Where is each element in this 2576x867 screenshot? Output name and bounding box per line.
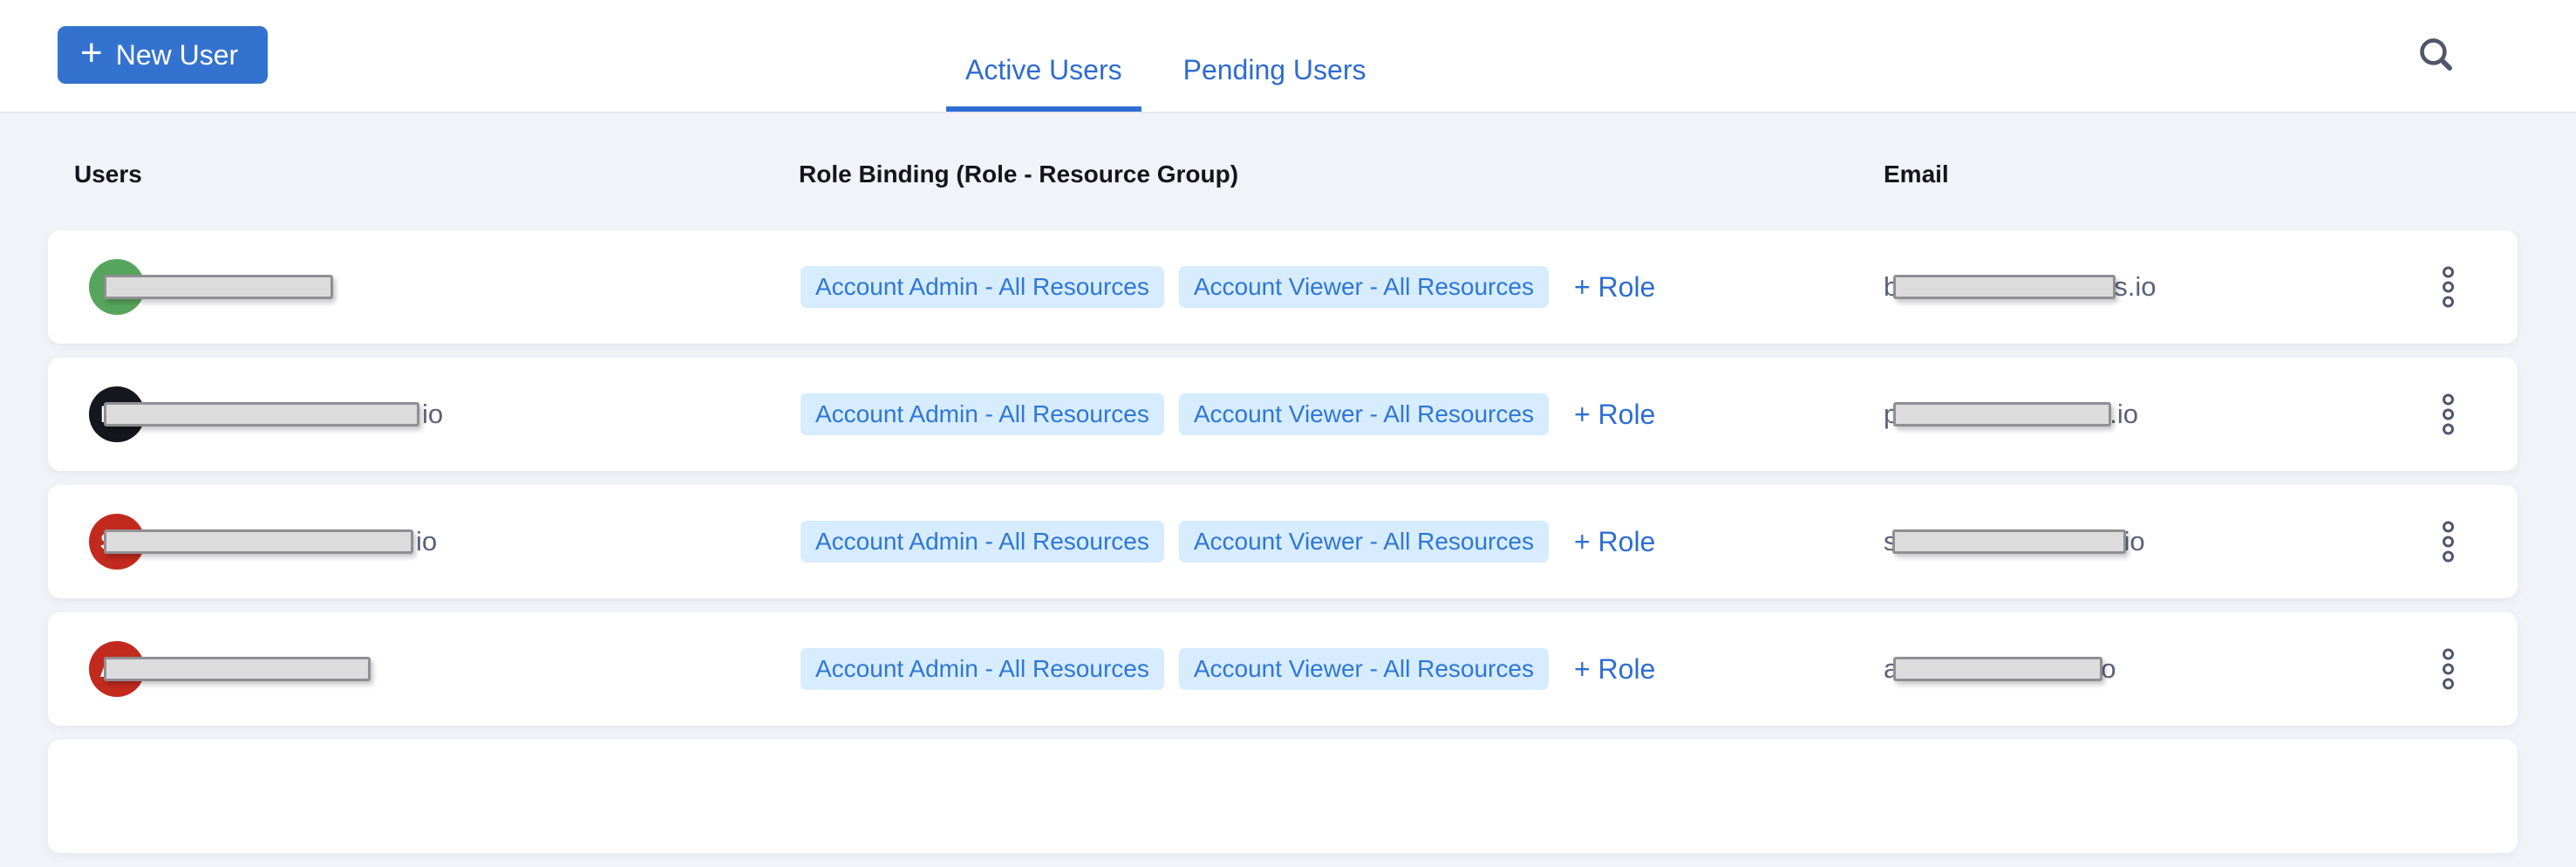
role-badge[interactable]: Account Admin - All Resources xyxy=(801,648,1164,690)
kebab-icon xyxy=(2443,267,2454,278)
tab-active-users[interactable]: Active Users xyxy=(946,0,1141,112)
tab-pending-users[interactable]: Pending Users xyxy=(1164,0,1386,112)
new-user-button-label: New User xyxy=(116,39,238,72)
email-cell: b s.io xyxy=(1884,230,2157,344)
search-button[interactable] xyxy=(2414,33,2459,79)
kebab-icon xyxy=(2443,297,2454,308)
name-redaction-box xyxy=(104,657,371,681)
email-redaction-box xyxy=(1892,529,2126,554)
kebab-icon xyxy=(2443,409,2454,420)
email-suffix: .io xyxy=(2109,399,2138,430)
role-badge[interactable]: Account Viewer - All Resources xyxy=(1179,521,1549,563)
email-cell: p .io xyxy=(1884,358,2138,471)
content-area: Users Role Binding (Role - Resource Grou… xyxy=(0,113,2576,748)
role-badge[interactable]: Account Admin - All Resources xyxy=(801,393,1164,435)
user-name-suffix: io xyxy=(422,358,443,471)
add-role-link[interactable]: + Role xyxy=(1574,653,1655,686)
role-binding-cell: Account Admin - All Resources Account Vi… xyxy=(801,358,1655,471)
row-menu-button[interactable] xyxy=(2434,640,2463,699)
row-menu-button[interactable] xyxy=(2434,258,2463,317)
kebab-icon xyxy=(2443,394,2454,406)
name-redaction-box xyxy=(104,275,333,299)
kebab-icon xyxy=(2443,536,2454,548)
role-binding-cell: Account Admin - All Resources Account Vi… xyxy=(801,485,1655,598)
new-user-button[interactable]: + New User xyxy=(58,26,268,84)
row-menu-button[interactable] xyxy=(2434,386,2463,444)
kebab-icon xyxy=(2443,649,2454,660)
role-badge[interactable]: Account Viewer - All Resources xyxy=(1179,266,1549,308)
name-redaction-box xyxy=(104,529,413,554)
user-name-suffix: io xyxy=(416,485,437,598)
role-badge[interactable]: Account Admin - All Resources xyxy=(801,521,1164,563)
email-redaction-box xyxy=(1893,402,2111,427)
add-role-link[interactable]: + Role xyxy=(1574,271,1655,304)
email-suffix: s.io xyxy=(2114,271,2156,303)
kebab-icon xyxy=(2443,522,2454,533)
email-suffix: o xyxy=(2101,653,2116,685)
column-header-role-binding: Role Binding (Role - Resource Group) xyxy=(799,160,1238,188)
email-redaction-box xyxy=(1893,275,2116,299)
email-cell: s io xyxy=(1884,485,2145,598)
user-row: B Account Admin - All Resources Account … xyxy=(48,230,2518,344)
user-row: SP io Account Admin - All Resources Acco… xyxy=(48,485,2518,598)
user-row: AS Account Admin - All Resources Account… xyxy=(48,612,2518,726)
kebab-icon xyxy=(2443,282,2454,293)
kebab-icon xyxy=(2443,424,2454,435)
column-header-email: Email xyxy=(1884,160,1949,188)
role-badge[interactable]: Account Viewer - All Resources xyxy=(1179,393,1549,435)
kebab-icon xyxy=(2443,551,2454,563)
email-redaction-box xyxy=(1893,657,2102,681)
kebab-icon xyxy=(2443,664,2454,675)
add-role-link[interactable]: + Role xyxy=(1574,399,1655,431)
role-binding-cell: Account Admin - All Resources Account Vi… xyxy=(801,612,1655,726)
role-badge[interactable]: Account Admin - All Resources xyxy=(801,266,1164,308)
name-redaction-box xyxy=(104,402,419,427)
user-list: B Account Admin - All Resources Account … xyxy=(48,230,2518,867)
role-badge[interactable]: Account Viewer - All Resources xyxy=(1179,648,1549,690)
tab-bar: Active Users Pending Users xyxy=(946,0,1385,112)
role-binding-cell: Account Admin - All Resources Account Vi… xyxy=(801,230,1655,344)
next-row-partial xyxy=(48,740,2518,853)
row-menu-button[interactable] xyxy=(2434,513,2463,571)
column-header-users: Users xyxy=(74,160,142,188)
email-suffix: io xyxy=(2124,526,2145,557)
top-bar: + New User Active Users Pending Users xyxy=(0,0,2576,113)
email-cell: a o xyxy=(1884,612,2116,726)
search-icon xyxy=(2416,35,2457,75)
add-role-link[interactable]: + Role xyxy=(1574,526,1655,558)
user-row: PP io Account Admin - All Resources Acco… xyxy=(48,358,2518,471)
kebab-icon xyxy=(2443,679,2454,690)
